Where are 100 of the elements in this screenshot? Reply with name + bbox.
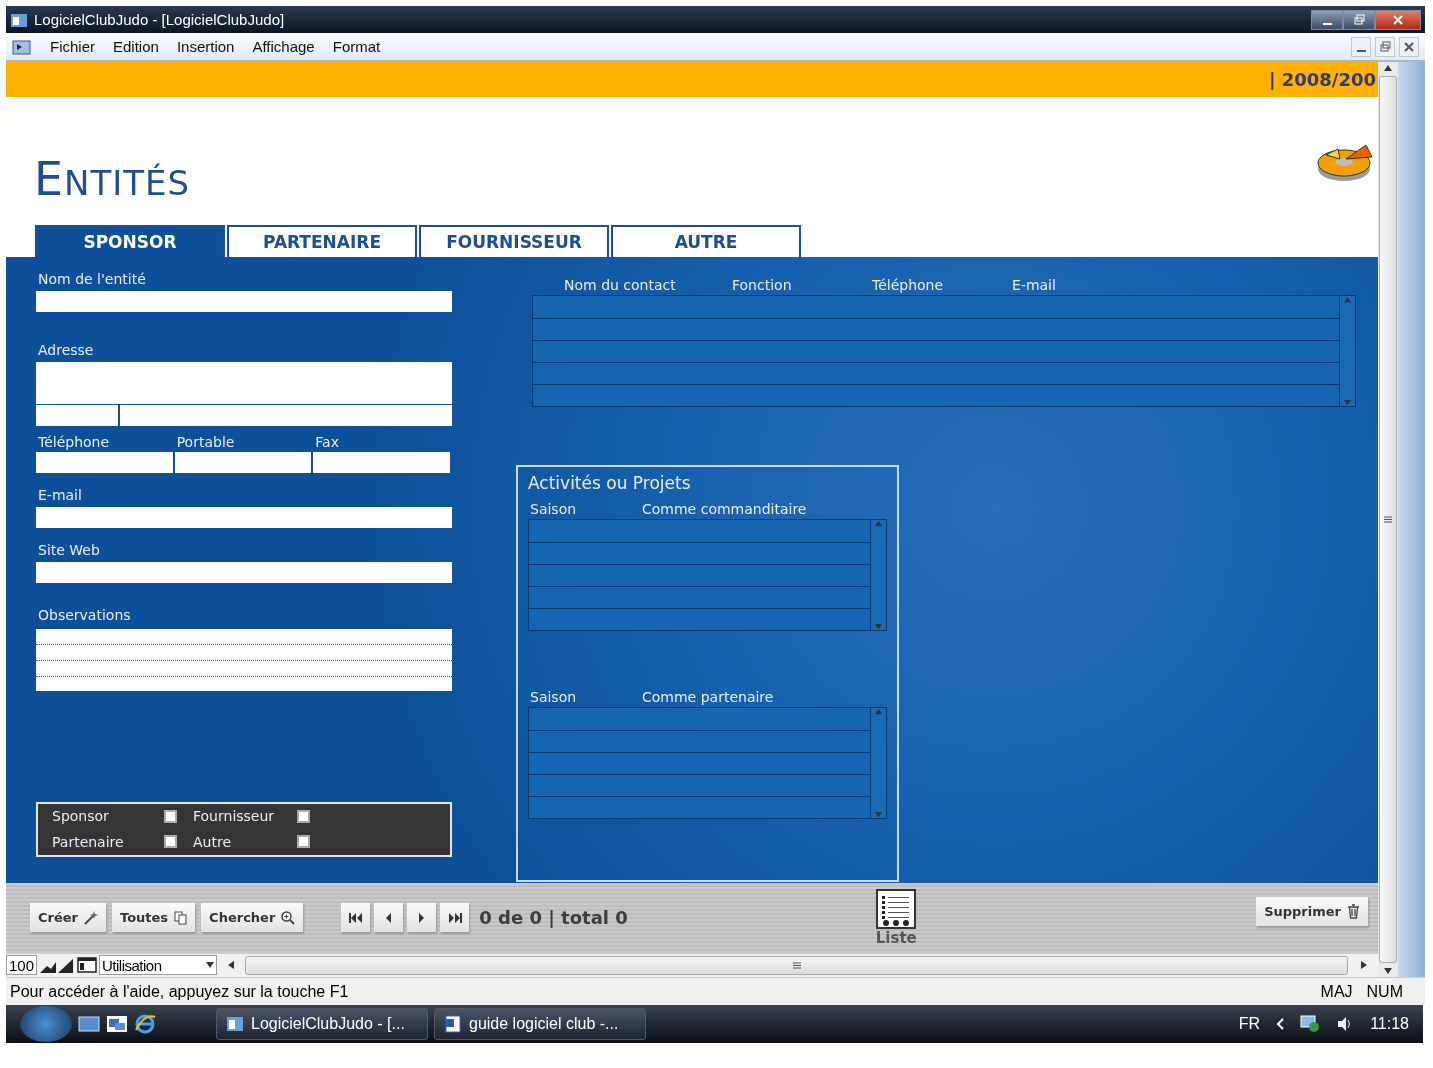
menu-item[interactable]: Fichier (50, 38, 95, 55)
window-icon[interactable] (77, 956, 98, 975)
column-header: Nom du contact (564, 277, 677, 296)
list-icon (876, 888, 917, 929)
input-field[interactable] (36, 562, 452, 584)
minimize-icon (1322, 22, 1332, 25)
checkbox[interactable] (297, 809, 310, 823)
column-header: Comme commanditaire (642, 501, 808, 520)
column-header: E-mail (1012, 277, 1057, 296)
checkbox[interactable] (164, 835, 177, 849)
delete-button[interactable]: Supprimer (1256, 897, 1368, 927)
season-label: | 2008/200 (1268, 69, 1376, 90)
zoom-icon (281, 910, 296, 925)
list-button[interactable]: Liste (875, 888, 917, 947)
dropdown-arrow[interactable] (206, 961, 215, 970)
minimize-button[interactable] (1311, 9, 1343, 30)
scroll-right-arrow[interactable] (1360, 961, 1368, 970)
input-field[interactable] (36, 507, 452, 529)
scrollbar-grip-icon[interactable] (792, 961, 801, 969)
first-button[interactable] (341, 903, 371, 933)
desktop-icon[interactable] (78, 1015, 100, 1033)
horizontal-scrollbar[interactable] (245, 955, 1348, 975)
restore-icon (1379, 41, 1391, 52)
close-button[interactable] (1375, 9, 1421, 30)
scroll-down-arrow[interactable] (1384, 967, 1392, 975)
column-header: Fonction (732, 277, 793, 296)
trash-icon (1347, 904, 1360, 920)
column-header: Saison (530, 501, 578, 520)
document-icon[interactable] (12, 38, 32, 55)
close-button[interactable] (1399, 36, 1419, 57)
document-icon (443, 1014, 463, 1034)
postal-code-field[interactable] (36, 405, 118, 427)
start-button[interactable] (20, 1006, 72, 1042)
chevron-icon[interactable] (1276, 1018, 1285, 1030)
field-label: Nom de l'entité (37, 271, 147, 290)
scrollbar-grip-icon[interactable] (1384, 516, 1392, 523)
search-button[interactable]: Chercher (201, 903, 304, 933)
minimize-icon (1356, 49, 1366, 52)
language-indicator[interactable]: FR (1238, 1015, 1261, 1033)
tab[interactable]: SPONSOR (35, 225, 225, 258)
minimize-button[interactable] (1351, 36, 1371, 57)
restore-icon (1353, 14, 1365, 25)
last-icon (447, 911, 462, 924)
menu-item[interactable]: Affichage (252, 38, 315, 55)
taskbar-button[interactable]: LogicielClubJudo - [... (216, 1008, 428, 1040)
input-field[interactable] (174, 452, 312, 474)
scrollbar-thumb[interactable] (1379, 76, 1397, 963)
menu-item[interactable]: Insertion (176, 38, 235, 55)
last-button[interactable] (440, 903, 470, 933)
magic-wand-icon (84, 910, 98, 925)
tab[interactable]: FOURNISSEUR (419, 225, 609, 258)
previous-icon (385, 911, 393, 924)
column-header: Téléphone (872, 277, 945, 296)
checkbox[interactable] (297, 835, 310, 849)
windows-icon[interactable] (106, 1015, 128, 1033)
input-field[interactable] (36, 452, 173, 474)
city-field[interactable] (120, 405, 452, 427)
zoom-field[interactable]: 100 (6, 955, 38, 976)
panel-title: Activités ou Projets (528, 473, 692, 494)
next-button[interactable] (407, 903, 437, 933)
status-message: Pour accéder à l'aide, appuyez sur la touche F1 (10, 982, 350, 1001)
tab[interactable]: AUTRE (611, 225, 801, 258)
field-label: Site Web (37, 542, 101, 561)
input-field[interactable] (313, 452, 450, 474)
field-label: Fax (314, 434, 339, 451)
field-label: Observations (37, 607, 132, 626)
scroll-up-arrow[interactable] (1384, 64, 1392, 72)
input-field[interactable] (36, 291, 452, 313)
scroll-left-arrow[interactable] (227, 961, 236, 970)
app-icon (225, 1014, 245, 1034)
view-dropdown[interactable]: Utilisation (99, 955, 218, 976)
next-icon (418, 911, 426, 924)
field-label: Téléphone (37, 434, 110, 451)
menu-item[interactable]: Format (332, 38, 381, 55)
notes-field[interactable] (36, 629, 452, 692)
restore-button[interactable] (1375, 36, 1395, 57)
copy-icon (174, 910, 188, 925)
page-title: ENTITÉS (34, 152, 191, 207)
previous-button[interactable] (374, 903, 404, 933)
tab[interactable]: PARTENAIRE (227, 225, 417, 258)
checkbox-label: Sponsor (52, 808, 110, 825)
chart-icon[interactable] (39, 956, 76, 975)
key-indicator: NUM (1366, 982, 1403, 1001)
maximize-button[interactable] (1343, 9, 1375, 30)
record-count: 0 de 0 | total 0 (479, 907, 628, 929)
window-title: LogicielClubJudo - [LogicielClubJudo] (34, 11, 286, 28)
all-button[interactable]: Toutes (112, 903, 196, 933)
field-label: E-mail (37, 487, 83, 506)
create-button[interactable]: Créer (30, 903, 106, 933)
close-icon (1404, 41, 1414, 52)
network-icon[interactable] (1300, 1015, 1321, 1033)
checkbox[interactable] (164, 809, 177, 823)
menu-item[interactable]: Edition (113, 38, 159, 55)
column-header: Saison (530, 689, 578, 708)
field-label: Portable (175, 434, 235, 451)
browser-icon[interactable] (134, 1013, 156, 1035)
key-indicator: MAJ (1320, 982, 1353, 1001)
taskbar-button[interactable]: guide logiciel club -... (434, 1008, 646, 1040)
field-label: Adresse (37, 342, 95, 361)
address-field[interactable] (36, 362, 452, 405)
